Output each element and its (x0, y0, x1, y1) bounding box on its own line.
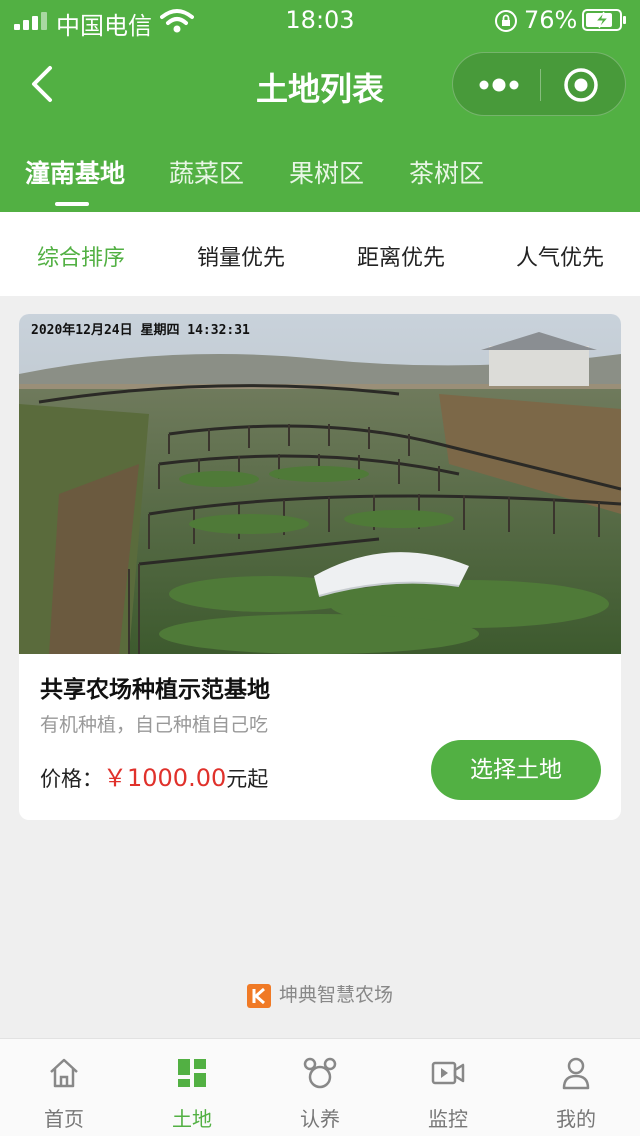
active-tab-indicator (55, 202, 89, 206)
sort-popularity[interactable]: 人气优先 (516, 240, 604, 272)
price-row: 价格：￥1000.00元起 (40, 758, 268, 793)
video-camera-icon (431, 1061, 465, 1085)
battery-percent: 76% (524, 6, 578, 34)
sort-bar: 综合排序 销量优先 距离优先 人气优先 (0, 212, 640, 296)
tabbar-home-label: 首页 (44, 1107, 84, 1131)
brand-logo-icon (246, 983, 271, 1008)
nav-bar: 土地列表 (0, 46, 640, 126)
tab-tea-tree-area[interactable]: 茶树区 (409, 154, 484, 190)
sort-comprehensive[interactable]: 综合排序 (37, 240, 125, 272)
price-label: 价格： (40, 767, 103, 791)
land-card[interactable]: 2020年12月24日 星期四 14:32:31 共享农场种植示范基地 有机种植… (19, 314, 621, 820)
land-subtitle: 有机种植，自己种植自己吃 (40, 714, 269, 736)
battery-icon (582, 9, 626, 31)
sort-distance[interactable]: 距离优先 (357, 240, 445, 272)
tabbar-home[interactable]: 首页 (0, 1039, 128, 1136)
brand-name: 坤典智慧农场 (278, 984, 393, 1006)
more-dots-icon[interactable] (475, 67, 523, 103)
photo-timestamp: 2020年12月24日 星期四 14:32:31 (31, 322, 250, 338)
bottom-tab-bar: 首页 土地 认养 监控 我的 (0, 1038, 640, 1136)
tabbar-land[interactable]: 土地 (128, 1039, 256, 1136)
land-title: 共享农场种植示范基地 (40, 677, 270, 703)
tabbar-monitor-label: 监控 (428, 1107, 468, 1131)
tabbar-monitor[interactable]: 监控 (384, 1039, 512, 1136)
price-suffix: 元起 (226, 767, 269, 791)
tabbar-adopt-label: 认养 (300, 1107, 340, 1131)
farm-photo: 2020年12月24日 星期四 14:32:31 (19, 314, 621, 654)
sort-sales[interactable]: 销量优先 (197, 240, 285, 272)
tab-tongnan-base[interactable]: 潼南基地 (25, 154, 125, 190)
header: 中国电信 18:03 76% 土地列表 潼南基地 蔬菜区 果树区 茶树区 (0, 0, 640, 212)
capsule-divider (540, 69, 541, 101)
price-amount: ￥1000.00 (103, 764, 227, 792)
tabbar-land-label: 土地 (172, 1107, 212, 1131)
tabbar-mine-label: 我的 (556, 1107, 596, 1131)
mini-program-capsule (452, 52, 626, 116)
tabbar-mine[interactable]: 我的 (512, 1039, 640, 1136)
brand-footer: 坤典智慧农场 (0, 980, 640, 1008)
tabbar-adopt[interactable]: 认养 (256, 1039, 384, 1136)
home-icon (50, 1058, 78, 1088)
target-icon[interactable] (563, 67, 599, 103)
region-tabs: 潼南基地 蔬菜区 果树区 茶树区 (0, 148, 640, 208)
tab-vegetable-area[interactable]: 蔬菜区 (169, 154, 244, 190)
grid-icon (178, 1059, 206, 1087)
adopt-icon (303, 1057, 337, 1089)
tab-fruit-tree-area[interactable]: 果树区 (289, 154, 364, 190)
status-bar: 中国电信 18:03 76% (0, 0, 640, 42)
select-land-button[interactable]: 选择土地 (431, 740, 601, 800)
user-icon (562, 1057, 590, 1090)
rotation-lock-icon (495, 10, 517, 32)
